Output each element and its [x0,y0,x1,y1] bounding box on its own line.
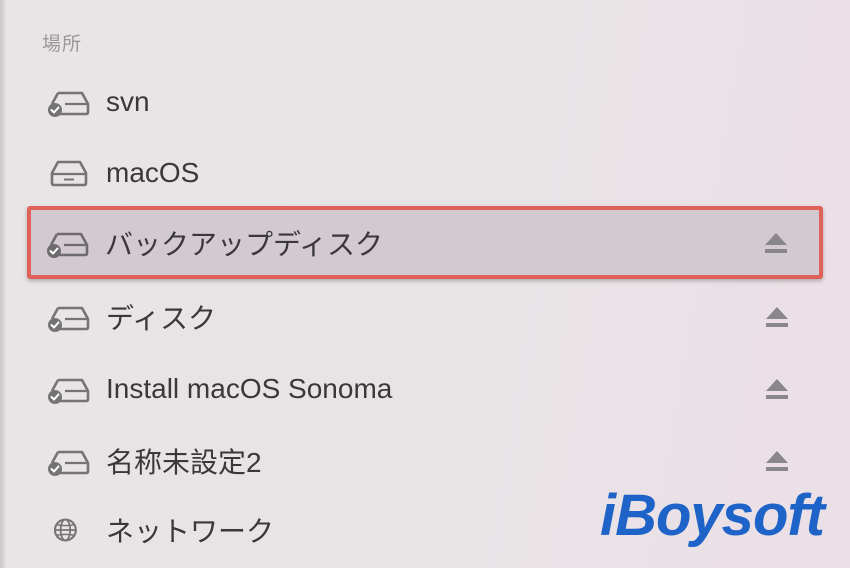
sidebar-item-install-macos-sonoma[interactable]: Install macOS Sonoma [28,356,822,422]
sidebar-item-label: ディスク [106,303,217,334]
eject-icon[interactable] [764,305,790,329]
external-drive-icon [48,378,90,404]
external-drive-icon [48,306,90,332]
section-header-locations: 場所 [42,33,83,55]
sidebar-item-label: svn [106,86,150,117]
iboysoft-watermark-logo: iBoysoft [600,483,825,548]
sidebar-item-label: macOS [106,157,200,188]
sidebar-item-label: ネットワーク [106,516,275,547]
external-drive-icon [48,91,90,117]
sidebar-item-backup-disk[interactable]: バックアップディスク [27,206,823,279]
eject-icon[interactable] [763,231,789,255]
sidebar-item-macos[interactable]: macOS [28,140,822,206]
external-drive-icon [48,450,90,476]
external-drive-icon [47,232,89,258]
sidebar-item-label: 名称未設定2 [106,447,262,478]
sidebar-item-label: Install macOS Sonoma [106,373,393,404]
globe-icon [53,518,77,542]
eject-icon[interactable] [764,449,790,473]
eject-icon[interactable] [764,377,790,401]
sidebar-item-label: バックアップディスク [105,228,384,260]
window-edge [0,0,6,568]
internal-drive-icon [50,160,88,187]
sidebar-item-disk[interactable]: ディスク [28,284,822,350]
sidebar-item-svn[interactable]: svn [28,69,822,135]
